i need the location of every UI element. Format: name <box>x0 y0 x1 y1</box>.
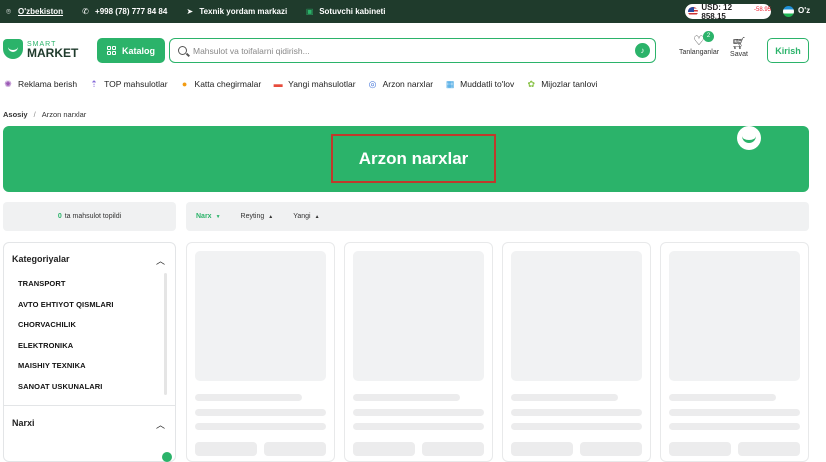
cart-icon: 🛒︎ <box>731 36 747 50</box>
smile-logo-icon <box>737 126 761 150</box>
telegram-icon: ➤ <box>186 7 194 16</box>
category-item[interactable]: CHORVACHILIK <box>18 320 76 329</box>
search-input[interactable] <box>193 45 623 56</box>
favorites-label: Tanlanganlar <box>678 49 720 56</box>
uz-flag-icon[interactable] <box>783 6 794 17</box>
catalog-label: Katalog <box>121 45 155 56</box>
heart-icon: ♡ 2 <box>676 31 722 49</box>
currency-rate: USD: 12 858.15 -58.95 <box>685 2 771 21</box>
sort-bar: Narx ▼ Reyting ▲ Yangi ▲ <box>186 202 809 231</box>
caret-up-icon: ▲ <box>314 213 320 220</box>
grid-icon <box>106 46 116 55</box>
nav-item-mijozlar-tanlovi[interactable]: ✿ Mijozlar tanlovi <box>526 79 597 90</box>
microphone-icon[interactable]: ♪ <box>635 43 650 58</box>
categories-scrollbar[interactable] <box>164 273 167 395</box>
product-card-skeleton <box>344 242 493 462</box>
category-item[interactable]: AVTO EHTIYOT QISMLARI <box>18 300 114 309</box>
breadcrumb-current: Arzon narxlar <box>41 110 87 119</box>
rate-value: USD: 12 858.15 <box>701 2 733 21</box>
phone-label: +998 (78) 777 84 84 <box>95 7 168 16</box>
nav-item-label: Reklama berish <box>18 79 78 89</box>
nav-item-label: Yangi mahsulotlar <box>288 79 356 89</box>
price-slider-handle[interactable] <box>162 452 172 462</box>
categories-title[interactable]: Kategoriyalar <box>12 254 70 264</box>
category-nav: ✺ Reklama berish ⇡ TOP mahsulotlar ● Katta ch… <box>3 77 609 91</box>
support-label: Texnik yordam markazi <box>199 7 288 16</box>
phone-icon: ✆ <box>82 7 89 16</box>
nav-item-muddatli-to-lov[interactable]: ▦ Muddatli to'lov <box>445 79 514 90</box>
caret-up-icon: ▲ <box>268 213 274 220</box>
top-arrow-icon: ⇡ <box>90 78 98 89</box>
catalog-button[interactable]: Katalog <box>97 38 165 63</box>
new-tag-icon: ▬ <box>273 79 283 89</box>
category-item[interactable]: SANOAT USKUNALARI <box>18 382 102 391</box>
us-flag-icon <box>688 7 699 16</box>
caret-down-icon: ▼ <box>215 213 221 220</box>
logo-line2: MARKET <box>27 46 79 60</box>
shopping-bag-icon: ▣ <box>305 7 314 16</box>
megaphone-icon: ✺ <box>4 78 12 89</box>
coin-icon: ◎ <box>368 78 377 89</box>
location-link[interactable]: ⌾ O'zbekiston <box>4 6 64 17</box>
filter-sidebar: Kategoriyalar ︿ Narxi ︿ TRANSPORT AVTO EH… <box>3 242 176 462</box>
phone-link[interactable]: ✆ +998 (78) 777 84 84 <box>81 7 167 16</box>
product-card-skeleton <box>502 242 651 462</box>
logo[interactable]: SMART MARKET <box>3 39 78 59</box>
nav-item-label: Katta chegirmalar <box>194 79 262 89</box>
sort-label: Reyting <box>240 213 265 220</box>
sort-narx[interactable]: Narx ▼ <box>196 213 221 220</box>
sort-yangi[interactable]: Yangi ▲ <box>293 213 319 220</box>
seller-cabinet-link[interactable]: ▣ Sotuvchi kabineti <box>305 7 386 16</box>
results-number: 0 <box>57 213 62 220</box>
category-item[interactable]: ELEKTRONIKA <box>18 341 73 350</box>
results-label: ta mahsulot topildi <box>64 213 122 220</box>
breadcrumb: Asosiy / Arzon narxlar <box>3 110 86 119</box>
search-icon <box>178 46 187 55</box>
login-button[interactable]: Kirish <box>767 38 809 63</box>
nav-item-label: Muddatli to'lov <box>460 79 515 89</box>
divider <box>4 405 175 406</box>
category-item[interactable]: MAISHIY TEXNIKA <box>18 361 86 370</box>
language-switcher[interactable]: O'z <box>798 6 810 15</box>
favorites-button[interactable]: ♡ 2 Tanlanganlar <box>676 31 722 56</box>
chevron-up-icon[interactable]: ︿ <box>156 254 165 267</box>
chevron-up-icon[interactable]: ︿ <box>156 418 165 431</box>
calendar-icon: ▦ <box>445 78 455 89</box>
category-item[interactable]: TRANSPORT <box>18 279 66 288</box>
cart-button[interactable]: 🛒︎ Savat <box>726 36 752 58</box>
location-pin-icon: ⌾ <box>6 6 11 16</box>
page-banner: Arzon narxlar <box>3 126 809 192</box>
nav-item-label: Arzon narxlar <box>382 79 434 89</box>
results-count: 0 ta mahsulot topildi <box>3 202 176 231</box>
nav-item-yangi-mahsulotlar[interactable]: ▬ Yangi mahsulotlar <box>273 79 356 89</box>
sort-label: Narx <box>196 213 212 220</box>
nav-item-reklama-berish[interactable]: ✺ Reklama berish <box>3 79 77 90</box>
sort-reyting[interactable]: Reyting ▲ <box>241 213 274 220</box>
search-bar: ♪ <box>169 38 656 63</box>
nav-item-katta-chegirmalar[interactable]: ● Katta chegirmalar <box>180 79 262 89</box>
thumb-up-icon: ✿ <box>527 78 535 89</box>
favorites-count-badge: 2 <box>703 31 714 42</box>
seller-cabinet-label: Sotuvchi kabineti <box>319 7 386 16</box>
nav-item-top-mahsulotlar[interactable]: ⇡ TOP mahsulotlar <box>89 79 167 90</box>
breadcrumb-separator: / <box>33 110 36 119</box>
cart-label: Savat <box>730 51 748 58</box>
nav-item-arzon-narxlar[interactable]: ◎ Arzon narxlar <box>368 79 434 90</box>
nav-item-label: Mijozlar tanlovi <box>541 79 598 89</box>
location-label: O'zbekiston <box>18 7 64 16</box>
breadcrumb-home[interactable]: Asosiy <box>3 110 28 119</box>
nav-item-label: TOP mahsulotlar <box>104 79 168 89</box>
support-link[interactable]: ➤ Texnik yordam markazi <box>185 7 287 16</box>
product-card-skeleton <box>186 242 335 462</box>
discount-icon: ● <box>181 79 188 89</box>
smart-market-logo-icon <box>3 39 23 59</box>
product-card-skeleton <box>660 242 809 462</box>
rate-change: -58.95 <box>753 6 771 13</box>
price-title[interactable]: Narxi <box>12 418 35 428</box>
sort-label: Yangi <box>293 213 311 220</box>
page-title: Arzon narxlar <box>331 134 496 183</box>
